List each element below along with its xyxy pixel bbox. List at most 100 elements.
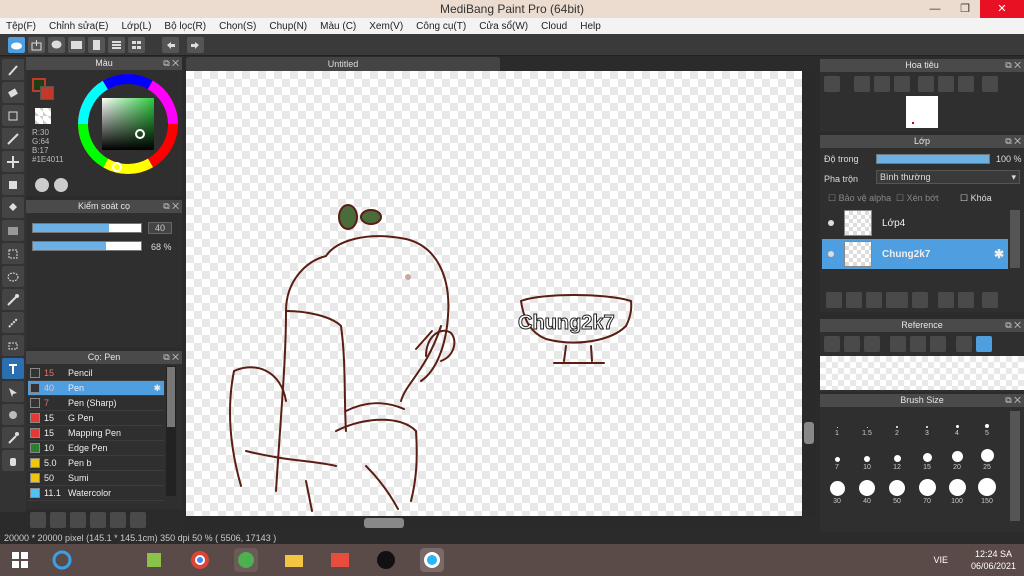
brush-size-option[interactable]: 4 bbox=[942, 409, 972, 437]
medibang-icon[interactable] bbox=[420, 548, 444, 572]
magic-wand-tool-icon[interactable] bbox=[2, 289, 24, 310]
close-icon[interactable] bbox=[864, 336, 880, 352]
brush-item[interactable]: 5.0 Pen b bbox=[28, 456, 164, 471]
media-app-icon[interactable] bbox=[328, 548, 352, 572]
clipping-checkbox[interactable]: ☐ Xén bớt bbox=[896, 193, 939, 204]
brush-item[interactable]: 7 Pen (Sharp) bbox=[28, 396, 164, 411]
brush-item[interactable]: 15 G Pen bbox=[28, 411, 164, 426]
gear-icon[interactable]: ✱ bbox=[994, 247, 1004, 261]
operation-tool-icon[interactable] bbox=[2, 381, 24, 402]
brush-size-option[interactable]: 15 bbox=[912, 443, 942, 471]
eye-icon[interactable] bbox=[828, 220, 834, 226]
move-tool-icon[interactable] bbox=[2, 151, 24, 172]
lasso-tool-icon[interactable] bbox=[2, 266, 24, 287]
canvas-vertical-scrollbar[interactable] bbox=[802, 71, 816, 516]
brush-size-scrollbar[interactable] bbox=[1010, 411, 1020, 521]
fit-icon[interactable] bbox=[874, 76, 890, 92]
brush-size-option[interactable]: 2 bbox=[882, 409, 912, 437]
rotate-right-icon[interactable] bbox=[958, 76, 974, 92]
panel-close-icon[interactable]: ⧉ ✕ bbox=[163, 57, 179, 70]
bluestacks-icon[interactable] bbox=[142, 548, 166, 572]
reset-view-icon[interactable] bbox=[938, 76, 954, 92]
brush-item[interactable]: 50 Sumi bbox=[28, 471, 164, 486]
layer-row-chung2k7[interactable]: Chung2k7 ✱ bbox=[822, 239, 1008, 269]
layer-list-scrollbar[interactable] bbox=[1010, 210, 1020, 268]
delete-layer-icon[interactable] bbox=[982, 292, 998, 308]
brush-size-option[interactable]: 3 bbox=[912, 409, 942, 437]
panel-close-icon[interactable]: ⧉ ✕ bbox=[1005, 394, 1021, 407]
eye-icon[interactable] bbox=[828, 251, 834, 257]
eyedropper-icon[interactable] bbox=[956, 336, 972, 352]
eraser-tool-icon[interactable] bbox=[2, 82, 24, 103]
menu-cloud[interactable]: Cloud bbox=[541, 21, 567, 32]
protect-alpha-checkbox[interactable]: ☐ Bảo vệ alpha bbox=[828, 193, 891, 204]
folder-icon[interactable] bbox=[912, 292, 928, 308]
copy-brush-icon[interactable] bbox=[130, 512, 146, 528]
fit-icon[interactable] bbox=[910, 336, 926, 352]
layer-row-lop4[interactable]: Lớp4 bbox=[822, 208, 1008, 238]
flip-icon[interactable] bbox=[982, 76, 998, 92]
close-button[interactable]: ✕ bbox=[980, 0, 1024, 18]
brush-size-option[interactable]: 100 bbox=[942, 477, 972, 505]
internet-explorer-icon[interactable] bbox=[50, 548, 74, 572]
panel-close-icon[interactable]: ⧉ ✕ bbox=[163, 351, 179, 364]
app-green-icon[interactable] bbox=[234, 548, 258, 572]
secondary-color-swatch[interactable] bbox=[40, 86, 54, 100]
panel-close-icon[interactable]: ⧉ ✕ bbox=[1005, 59, 1021, 72]
chrome-icon[interactable] bbox=[188, 548, 212, 572]
reference-preview[interactable] bbox=[820, 356, 1024, 390]
hand-tool-icon[interactable] bbox=[2, 450, 24, 471]
maximize-button[interactable]: ❐ bbox=[950, 0, 980, 18]
brush-size-option[interactable]: 1.5 bbox=[852, 409, 882, 437]
gradient-tool-icon[interactable] bbox=[2, 220, 24, 241]
list-icon[interactable] bbox=[108, 37, 125, 53]
merge-layer-icon[interactable] bbox=[958, 292, 974, 308]
brush-size-slider[interactable] bbox=[32, 223, 142, 233]
brush-item[interactable]: 11.1 Watercolor bbox=[28, 486, 164, 501]
canvas-horizontal-scrollbar[interactable] bbox=[186, 516, 802, 530]
brush-size-option[interactable]: 70 bbox=[912, 477, 942, 505]
brush-item[interactable]: 15 Mapping Pen bbox=[28, 426, 164, 441]
eyedropper-tool-icon[interactable] bbox=[2, 427, 24, 448]
brush-list-scrollbar[interactable] bbox=[166, 366, 176, 496]
new-layer-icon[interactable] bbox=[826, 292, 842, 308]
brush-size-option[interactable]: 50 bbox=[882, 477, 912, 505]
document-icon[interactable] bbox=[88, 37, 105, 53]
add-brush-icon[interactable] bbox=[70, 512, 86, 528]
cloud-icon[interactable] bbox=[8, 37, 25, 53]
color-wheel[interactable] bbox=[76, 72, 180, 176]
redo-icon[interactable] bbox=[187, 37, 204, 53]
canvas-tab[interactable]: Untitled bbox=[186, 57, 500, 71]
brush-size-option[interactable]: 30 bbox=[822, 477, 852, 505]
cloud-icon[interactable] bbox=[824, 336, 840, 352]
brush-size-option[interactable]: 7 bbox=[822, 443, 852, 471]
grid-icon[interactable] bbox=[128, 37, 145, 53]
brush-size-option[interactable]: 20 bbox=[942, 443, 972, 471]
brush-item[interactable]: 40 Pen ✱ bbox=[28, 381, 164, 396]
panel-close-icon[interactable]: ⧉ ✕ bbox=[1005, 319, 1021, 332]
open-folder-icon[interactable] bbox=[844, 336, 860, 352]
layer-opacity-slider[interactable] bbox=[876, 154, 990, 164]
brush-tool-icon[interactable] bbox=[2, 59, 24, 80]
comment-icon[interactable] bbox=[48, 37, 65, 53]
menu-tools[interactable]: Công cụ(T) bbox=[416, 21, 466, 32]
drawing-canvas[interactable]: Chung2k7 bbox=[186, 71, 802, 516]
brush-size-option[interactable]: 40 bbox=[852, 477, 882, 505]
brush-size-value[interactable]: 40 bbox=[148, 222, 172, 234]
zoom-icon[interactable] bbox=[824, 76, 840, 92]
brush-item[interactable]: 10 Edge Pen bbox=[28, 441, 164, 456]
minimize-button[interactable]: — bbox=[920, 0, 950, 18]
palette-icon[interactable] bbox=[35, 178, 49, 192]
panel-close-icon[interactable]: ⧉ ✕ bbox=[1005, 135, 1021, 148]
select-tool-icon[interactable] bbox=[2, 243, 24, 264]
zoom-out-icon[interactable] bbox=[930, 336, 946, 352]
new-1bit-layer-icon[interactable] bbox=[866, 292, 882, 308]
select-eraser-tool-icon[interactable] bbox=[2, 335, 24, 356]
brush-size-option[interactable]: 1 bbox=[822, 409, 852, 437]
menu-snap[interactable]: Chụp(N) bbox=[269, 21, 307, 32]
new-brush-icon[interactable] bbox=[50, 512, 66, 528]
brush-size-option[interactable]: 5 bbox=[972, 409, 1002, 437]
palette-add-icon[interactable] bbox=[54, 178, 68, 192]
menu-edit[interactable]: Chỉnh sửa(E) bbox=[49, 21, 109, 32]
windows-start-icon[interactable] bbox=[8, 548, 32, 572]
